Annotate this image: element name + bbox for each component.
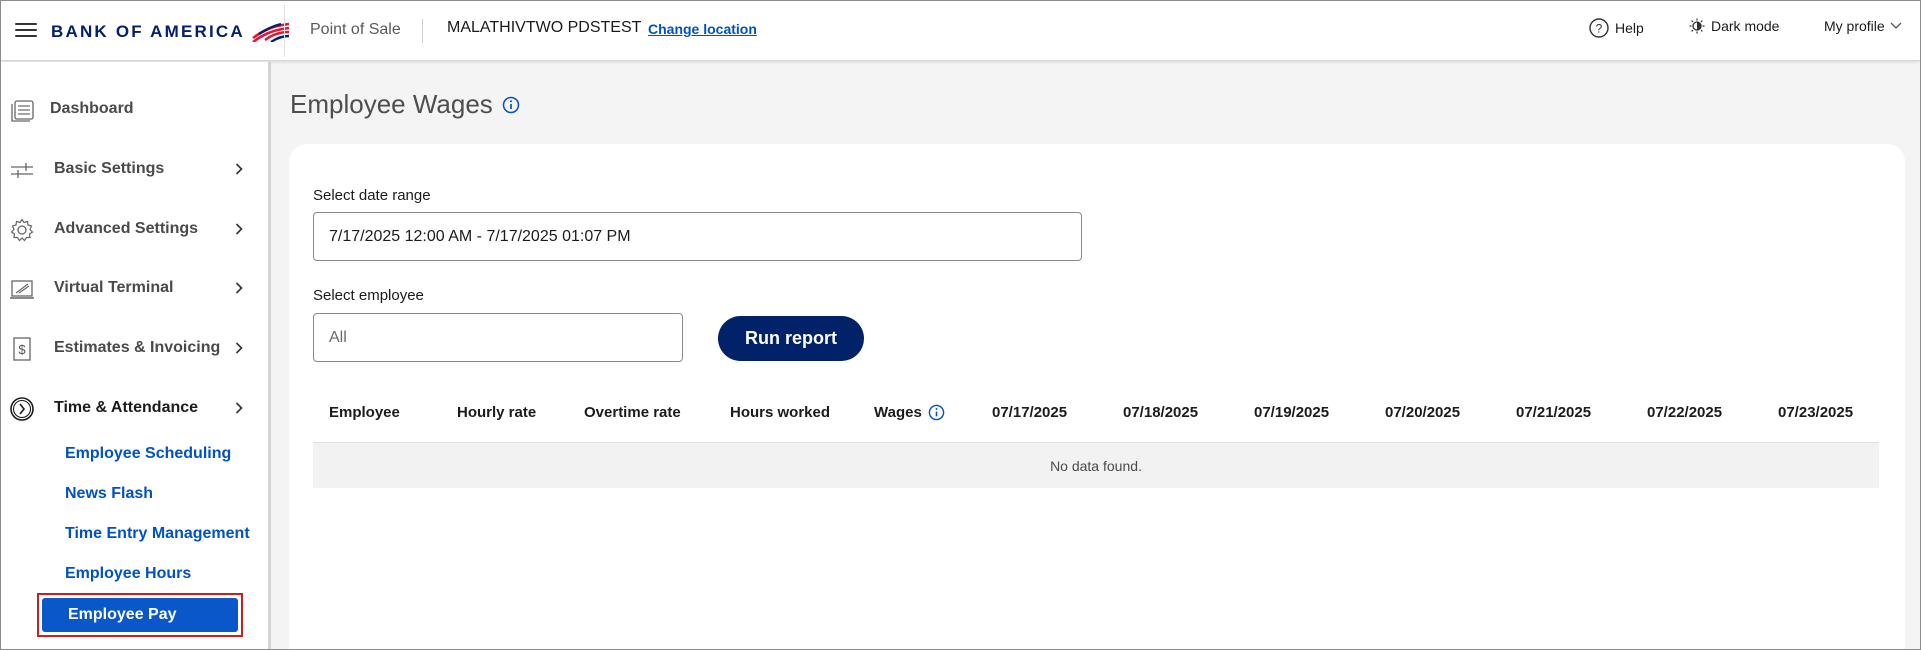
chevron-right-icon <box>235 282 243 294</box>
date-range-input[interactable]: 7/17/2025 12:00 AM - 7/17/2025 01:07 PM <box>313 212 1082 261</box>
sun-icon <box>1689 18 1705 34</box>
column-header-date[interactable]: 07/21/2025 <box>1516 404 1591 421</box>
column-header-hours-worked[interactable]: Hours worked <box>730 404 830 421</box>
app-name: Point of Sale <box>310 21 401 38</box>
header-divider-small <box>422 19 423 43</box>
column-header-wages[interactable]: Wages <box>874 404 945 421</box>
sidebar-subitem-time-entry-management[interactable]: Time Entry Management <box>65 525 250 543</box>
dark-mode-label: Dark mode <box>1711 18 1780 34</box>
help-label: Help <box>1615 20 1644 36</box>
chevron-right-icon <box>235 342 243 354</box>
employee-label: Select employee <box>313 287 424 304</box>
my-profile-label: My profile <box>1824 18 1885 34</box>
top-header: BANK OF AMERICA Point of Sale MALATHIVTW… <box>1 1 1920 61</box>
sidebar: Dashboard Basic Settings Advanced Settin… <box>1 62 271 649</box>
help-icon: ? <box>1589 18 1609 38</box>
merchant-name: MALATHIVTWO PDSTEST <box>447 19 642 36</box>
sidebar-item-label: Dashboard <box>50 100 134 117</box>
sidebar-item-virtual-terminal[interactable]: Virtual Terminal <box>1 268 263 308</box>
sidebar-item-label: Virtual Terminal <box>54 279 174 296</box>
column-header-date[interactable]: 07/23/2025 <box>1778 404 1853 421</box>
chevron-right-icon <box>235 223 243 235</box>
sidebar-subitem-employee-pay[interactable]: Employee Pay <box>42 598 238 632</box>
run-report-button[interactable]: Run report <box>718 316 864 361</box>
sliders-icon <box>11 163 33 178</box>
info-icon[interactable] <box>928 404 945 421</box>
dark-mode-toggle[interactable]: Dark mode <box>1689 18 1779 34</box>
date-range-label: Select date range <box>313 187 431 204</box>
header-divider <box>284 5 285 57</box>
sidebar-subitem-employee-scheduling[interactable]: Employee Scheduling <box>65 445 231 463</box>
column-header-wages-label: Wages <box>874 404 922 421</box>
sidebar-item-advanced-settings[interactable]: Advanced Settings <box>1 209 263 249</box>
page-title: Employee Wages <box>290 89 493 119</box>
employee-select[interactable]: All <box>313 313 683 362</box>
sidebar-item-label: Basic Settings <box>54 160 165 177</box>
svg-text:$: $ <box>18 342 26 357</box>
sidebar-item-label: Estimates & Invoicing <box>54 339 221 356</box>
sidebar-item-label: Advanced Settings <box>54 220 199 237</box>
invoice-icon: $ <box>13 337 31 361</box>
info-icon[interactable] <box>502 96 520 114</box>
column-header-date[interactable]: 07/22/2025 <box>1647 404 1722 421</box>
sidebar-subitem-highlight: Employee Pay <box>37 593 243 637</box>
hamburger-menu-icon[interactable] <box>15 23 37 39</box>
sidebar-subitem-news-flash[interactable]: News Flash <box>65 485 153 503</box>
chevron-down-icon <box>1890 22 1902 29</box>
dashboard-icon <box>11 100 34 122</box>
sidebar-item-label: Time & Attendance <box>54 399 199 416</box>
column-header-date[interactable]: 07/18/2025 <box>1123 404 1198 421</box>
column-header-hourly-rate[interactable]: Hourly rate <box>457 404 536 421</box>
help-button[interactable]: ? Help <box>1589 18 1644 38</box>
table-empty-row: No data found. <box>313 443 1879 488</box>
sidebar-item-dashboard[interactable]: Dashboard <box>1 89 263 129</box>
bank-logo[interactable]: BANK OF AMERICA <box>51 22 291 42</box>
sidebar-item-basic-settings[interactable]: Basic Settings <box>1 149 263 189</box>
column-header-employee[interactable]: Employee <box>329 404 400 421</box>
gear-icon <box>10 218 34 242</box>
sidebar-subitem-employee-hours[interactable]: Employee Hours <box>65 565 191 583</box>
my-profile-menu[interactable]: My profile <box>1824 18 1902 34</box>
svg-text:?: ? <box>1596 22 1603 36</box>
column-header-date[interactable]: 07/19/2025 <box>1254 404 1329 421</box>
sidebar-item-time-attendance[interactable]: Time & Attendance <box>1 388 263 428</box>
app-window: BANK OF AMERICA Point of Sale MALATHIVTW… <box>0 0 1921 650</box>
page-title-row: Employee Wages <box>290 89 520 120</box>
sidebar-item-estimates-invoicing[interactable]: $ Estimates & Invoicing <box>1 328 263 368</box>
chevron-right-icon <box>235 402 243 414</box>
clock-icon <box>10 397 34 421</box>
column-header-overtime-rate[interactable]: Overtime rate <box>584 404 681 421</box>
no-data-message: No data found. <box>1050 457 1142 474</box>
chevron-right-icon <box>235 163 243 175</box>
change-location-link[interactable]: Change location <box>648 21 757 37</box>
brand-name: BANK OF AMERICA <box>51 22 245 41</box>
column-header-date[interactable]: 07/17/2025 <box>992 404 1067 421</box>
column-header-date[interactable]: 07/20/2025 <box>1385 404 1460 421</box>
terminal-icon <box>10 280 34 299</box>
